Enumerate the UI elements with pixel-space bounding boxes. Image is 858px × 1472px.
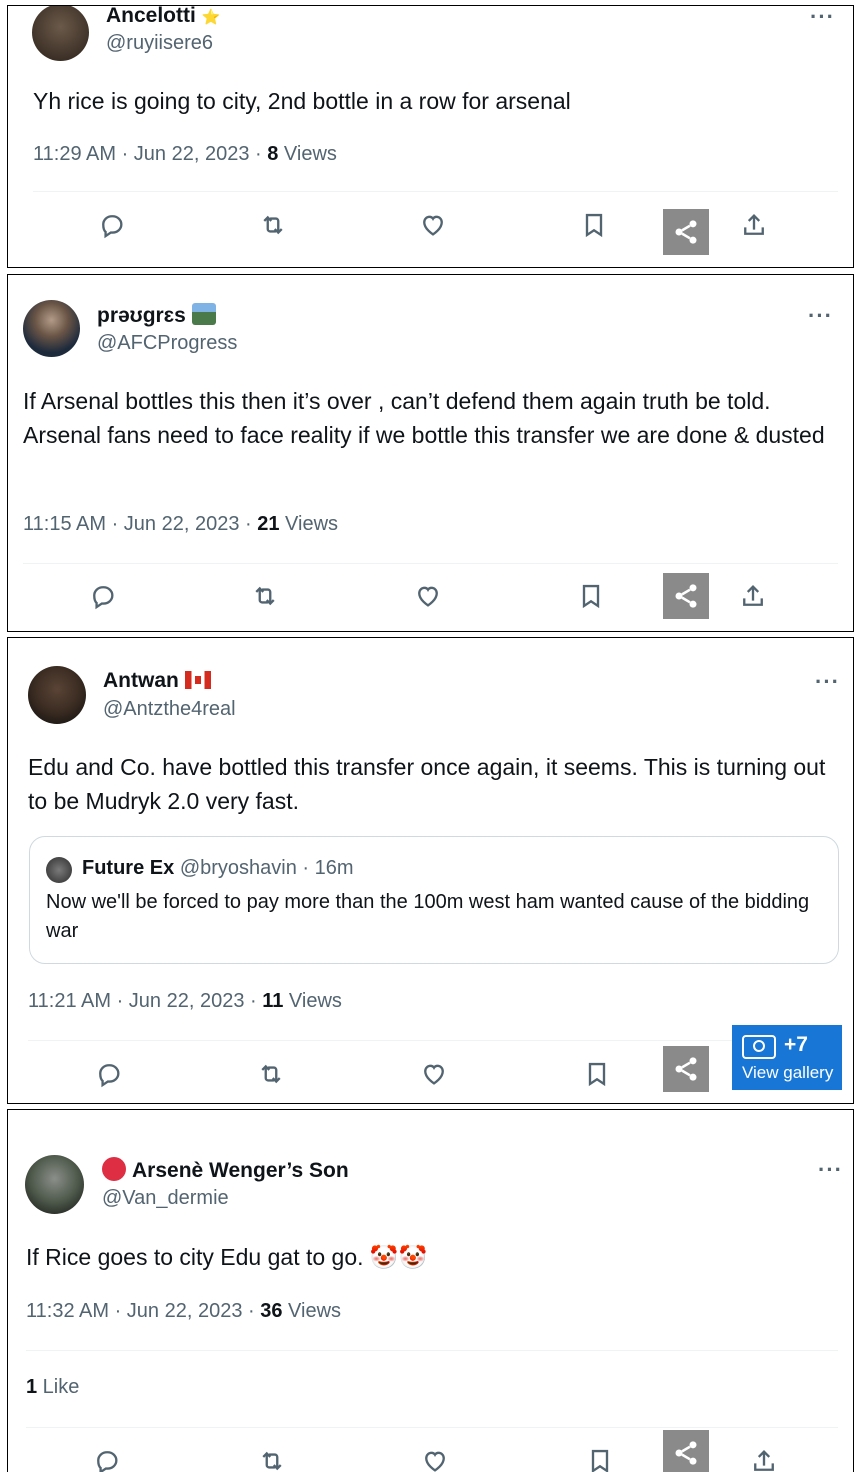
share-button[interactable] [663,209,709,255]
display-name[interactable]: Arsenè Wenger’s Son [102,1157,349,1183]
tweet-text: If Rice goes to city Edu gat to go. 🤡🤡 [26,1244,428,1270]
timestamp[interactable]: 11:32 AM · Jun 22, 2023 · [26,1300,260,1322]
share-button[interactable] [663,1430,709,1472]
handle[interactable]: @Van_dermie [102,1187,229,1210]
quoted-header: Future Ex @bryoshavin · 16m [82,857,354,880]
retweet-icon[interactable] [257,209,289,241]
views-count: 21 [257,513,280,535]
divider [33,191,838,192]
views-count: 36 [260,1300,283,1322]
tweet-meta: 11:29 AM · Jun 22, 2023 · 8 Views [33,143,337,166]
upload-icon[interactable] [748,1445,780,1472]
reply-icon[interactable] [91,1445,123,1472]
more-options-icon[interactable]: ··· [810,6,835,30]
share-icon [672,1055,700,1083]
share-icon [672,582,700,610]
red-circle-icon [102,1157,126,1181]
likes-summary[interactable]: 1 Like [26,1376,79,1399]
reply-icon[interactable] [96,209,128,241]
handle[interactable]: @AFCProgress [97,332,237,355]
divider [23,563,838,564]
upload-icon[interactable] [737,580,769,612]
canada-flag-icon [184,671,211,689]
tweet-meta: 11:15 AM · Jun 22, 2023 · 21 Views [23,513,338,536]
tweet-meta: 11:32 AM · Jun 22, 2023 · 36 Views [26,1300,341,1323]
quoted-avatar [46,857,72,883]
more-options-icon[interactable]: ··· [815,669,840,695]
views-count: 8 [267,143,279,165]
avatar[interactable] [32,6,89,61]
retweet-icon[interactable] [255,1058,287,1090]
views-label: Views [282,1300,342,1322]
quoted-tweet[interactable]: Future Ex @bryoshavin · 16m Now we'll be… [29,836,839,964]
avatar[interactable] [25,1155,84,1214]
view-gallery-button[interactable]: +7 View gallery [732,1025,842,1090]
bookmark-icon[interactable] [578,209,610,241]
retweet-icon[interactable] [256,1445,288,1472]
views-label: Views [283,990,342,1012]
avatar[interactable] [28,666,86,724]
stadium-emoji-icon [191,303,216,325]
quoted-text: Now we'll be forced to pay more than the… [46,891,810,942]
handle[interactable]: @ruyiisere6 [106,32,213,55]
bookmark-icon[interactable] [584,1445,616,1472]
views-count: 11 [262,990,284,1012]
quoted-handle: @bryoshavin · 16m [179,857,354,879]
divider [26,1350,838,1351]
tweet-card: Ancelotti ⭐ @ruyiisere6 ··· Yh rice is g… [7,5,854,268]
likes-label: Like [37,1376,80,1398]
display-name[interactable]: Ancelotti ⭐ [106,6,221,28]
tweet-card: Antwan @Antzthe4real ··· Edu and Co. hav… [7,637,854,1104]
display-name[interactable]: prəʊgrɛs [97,303,216,328]
more-options-icon[interactable]: ··· [818,1157,843,1183]
reply-icon[interactable] [87,580,119,612]
like-icon[interactable] [412,580,444,612]
bookmark-icon[interactable] [575,580,607,612]
handle[interactable]: @Antzthe4real [103,698,236,721]
tweet-card: prəʊgrɛs @AFCProgress ··· If Arsenal bot… [7,274,854,632]
tweet-text: Yh rice is going to city, 2nd bottle in … [33,88,571,114]
tweet-meta: 11:21 AM · Jun 22, 2023 · 11 Views [28,990,342,1013]
like-icon[interactable] [417,209,449,241]
share-button[interactable] [663,573,709,619]
tweet-text: Edu and Co. have bottled this transfer o… [28,754,826,814]
quoted-name: Future Ex [82,857,175,879]
gallery-label: View gallery [742,1063,834,1082]
star-emoji-icon: ⭐ [201,9,221,26]
reply-icon[interactable] [93,1058,125,1090]
more-options-icon[interactable]: ··· [808,303,833,329]
share-button[interactable] [663,1046,709,1092]
views-label: Views [279,513,339,535]
gallery-count: +7 [784,1033,808,1056]
views-label: Views [278,143,337,165]
avatar[interactable] [23,300,80,357]
display-name[interactable]: Antwan [103,669,211,693]
timestamp[interactable]: 11:21 AM · Jun 22, 2023 · [28,990,262,1012]
share-icon [672,218,700,246]
tweet-text: If Arsenal bottles this then it’s over ,… [23,388,825,448]
upload-icon[interactable] [738,209,770,241]
divider [26,1427,838,1428]
camera-icon [742,1035,776,1059]
bookmark-icon[interactable] [581,1058,613,1090]
likes-count: 1 [26,1376,38,1398]
timestamp[interactable]: 11:29 AM · Jun 22, 2023 · [33,143,267,165]
divider [28,1040,838,1041]
like-icon[interactable] [418,1058,450,1090]
timestamp[interactable]: 11:15 AM · Jun 22, 2023 · [23,513,257,535]
retweet-icon[interactable] [249,580,281,612]
share-icon [672,1439,700,1467]
tweet-card: Arsenè Wenger’s Son @Van_dermie ··· If R… [7,1109,854,1472]
like-icon[interactable] [419,1445,451,1472]
